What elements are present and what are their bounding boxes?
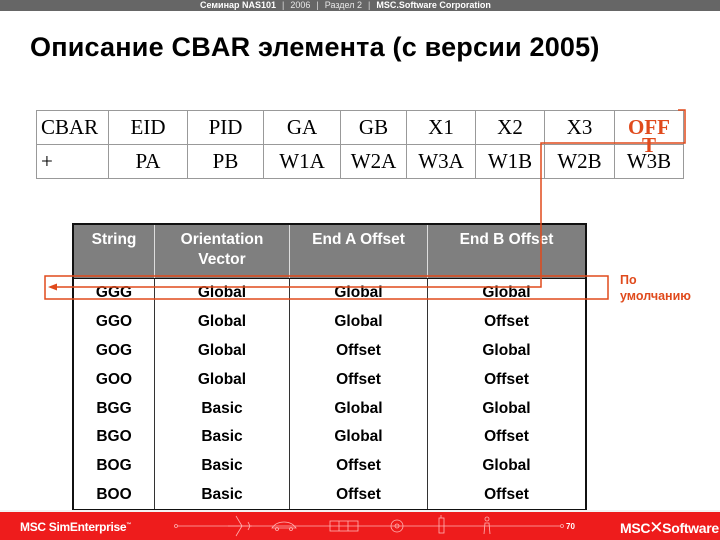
card-cell: W2A: [340, 144, 407, 179]
default-annotation: По умолчанию: [620, 272, 691, 304]
header-text: String: [91, 231, 137, 248]
card-row-1: CBAR EID PID GA GB X1 X2 X3 OFF T: [36, 110, 684, 157]
timeline-start-dot: [174, 524, 178, 528]
card-cell: X1: [406, 110, 476, 145]
options-cell: Basic: [154, 422, 290, 452]
default-annotation-line-1: По: [620, 273, 637, 287]
options-row: GGG Global Global Global: [73, 278, 586, 308]
options-cell: GOG: [95, 341, 133, 359]
options-cell: Global: [289, 422, 428, 452]
header-orientation-vector: Orientation Vector: [154, 224, 290, 279]
options-cell: Global: [154, 336, 290, 366]
card-cell: CBAR: [36, 110, 109, 145]
card-cell: W3B: [614, 144, 684, 179]
options-cell: Global: [427, 394, 586, 423]
options-cell: Offset: [427, 307, 586, 337]
logo-software: Software: [662, 520, 719, 536]
card-cell: GB: [340, 110, 407, 145]
msc-software-logo: MSC✕Software: [620, 518, 719, 538]
options-cell: BOO: [96, 485, 132, 503]
options-cell: Global: [289, 278, 428, 308]
page-title: Описание CBAR элемента (с версии 2005): [30, 32, 600, 62]
header-end-a-offset: End A Offset: [289, 224, 428, 279]
options-cell: Basic: [154, 394, 290, 423]
card-cell: PA: [108, 144, 188, 179]
card-cell: EID: [108, 110, 188, 145]
logo-msc: MSC: [620, 520, 651, 536]
options-cell: GGO: [95, 313, 133, 331]
options-header-row: String Orientation Vector End A Offset En…: [73, 224, 586, 279]
options-row: GOO Global Offset Offset: [73, 365, 586, 395]
card-cell: X2: [475, 110, 545, 145]
card-cell: W3A: [406, 144, 476, 179]
options-cell: BGO: [96, 428, 132, 446]
options-cell: Global: [154, 307, 290, 337]
options-cell: BOG: [96, 457, 132, 475]
header-text: End B Offset: [459, 231, 554, 248]
options-cell: Global: [154, 278, 290, 308]
default-annotation-line-2: умолчанию: [620, 289, 691, 303]
options-cell: Offset: [289, 480, 428, 511]
options-cell: Global: [427, 336, 586, 366]
header-text: Orientation: [180, 231, 264, 248]
card-cell: W1B: [475, 144, 545, 179]
options-cell: BGG: [96, 399, 132, 417]
options-cell: GOO: [95, 370, 133, 388]
options-cell: Global: [154, 365, 290, 395]
airplane-icon: [228, 515, 252, 537]
options-row: GGO Global Global Offset: [73, 307, 586, 337]
header-text: Vector: [198, 251, 246, 268]
card-cell: W1A: [263, 144, 341, 179]
offset-options-table: String Orientation Vector End A Offset En…: [72, 223, 587, 512]
msc-simenterprise-logo: MSC SimEnterprise™: [20, 520, 131, 534]
options-cell: GGG: [95, 284, 133, 302]
cbar-card-table: CBAR EID PID GA GB X1 X2 X3 OFF T + PA PB…: [36, 110, 684, 179]
trademark-symbol: ™: [126, 522, 131, 528]
card-cell: PB: [187, 144, 264, 179]
options-cell: Basic: [154, 451, 290, 481]
options-row: BGG Basic Global Global: [73, 394, 586, 423]
section-label: Раздел 2: [324, 0, 363, 10]
options-row: BOO Basic Offset Offset: [73, 480, 586, 511]
year-label: 2006: [290, 0, 311, 10]
options-row: BGO Basic Global Offset: [73, 422, 586, 452]
options-cell: Offset: [427, 480, 586, 511]
options-cell: Global: [289, 394, 428, 423]
options-cell: Offset: [289, 365, 428, 395]
person-icon: [483, 516, 491, 535]
page-number: 70: [566, 522, 575, 531]
card-row-2: + PA PB W1A W2A W3A W1B W2B W3B: [36, 144, 684, 179]
options-cell: Global: [427, 451, 586, 481]
options-cell: Global: [427, 278, 586, 308]
arrowhead-icon: [48, 283, 57, 291]
options-cell: Offset: [427, 365, 586, 395]
options-row: GOG Global Offset Global: [73, 336, 586, 366]
phone-icon: [438, 515, 445, 534]
header-text: End A Offset: [312, 231, 405, 248]
header-end-b-offset: End B Offset: [427, 224, 586, 279]
timeline-end-dot: [560, 524, 564, 528]
slide-header: Семинар NAS101 | 2006 | Раздел 2 | MSC.Softwar…: [200, 0, 491, 10]
card-cell: PID: [187, 110, 264, 145]
options-row: BOG Basic Offset Global: [73, 451, 586, 481]
options-cell: Offset: [427, 422, 586, 452]
offt-cell: OFF T: [614, 110, 684, 157]
options-cell: Basic: [154, 480, 290, 511]
card-cell: GA: [263, 110, 341, 145]
options-cell: Global: [289, 307, 428, 337]
brand-left-text: MSC SimEnterprise: [20, 520, 127, 534]
card-cell: X3: [544, 110, 615, 145]
options-cell: Offset: [289, 451, 428, 481]
company-label: MSC.Software Corporation: [376, 0, 491, 10]
header-string: String: [73, 224, 155, 279]
options-cell: Offset: [289, 336, 428, 366]
card-cell: W2B: [544, 144, 615, 179]
card-cell: +: [36, 144, 109, 179]
seminar-label: Семинар NAS101: [200, 0, 277, 10]
